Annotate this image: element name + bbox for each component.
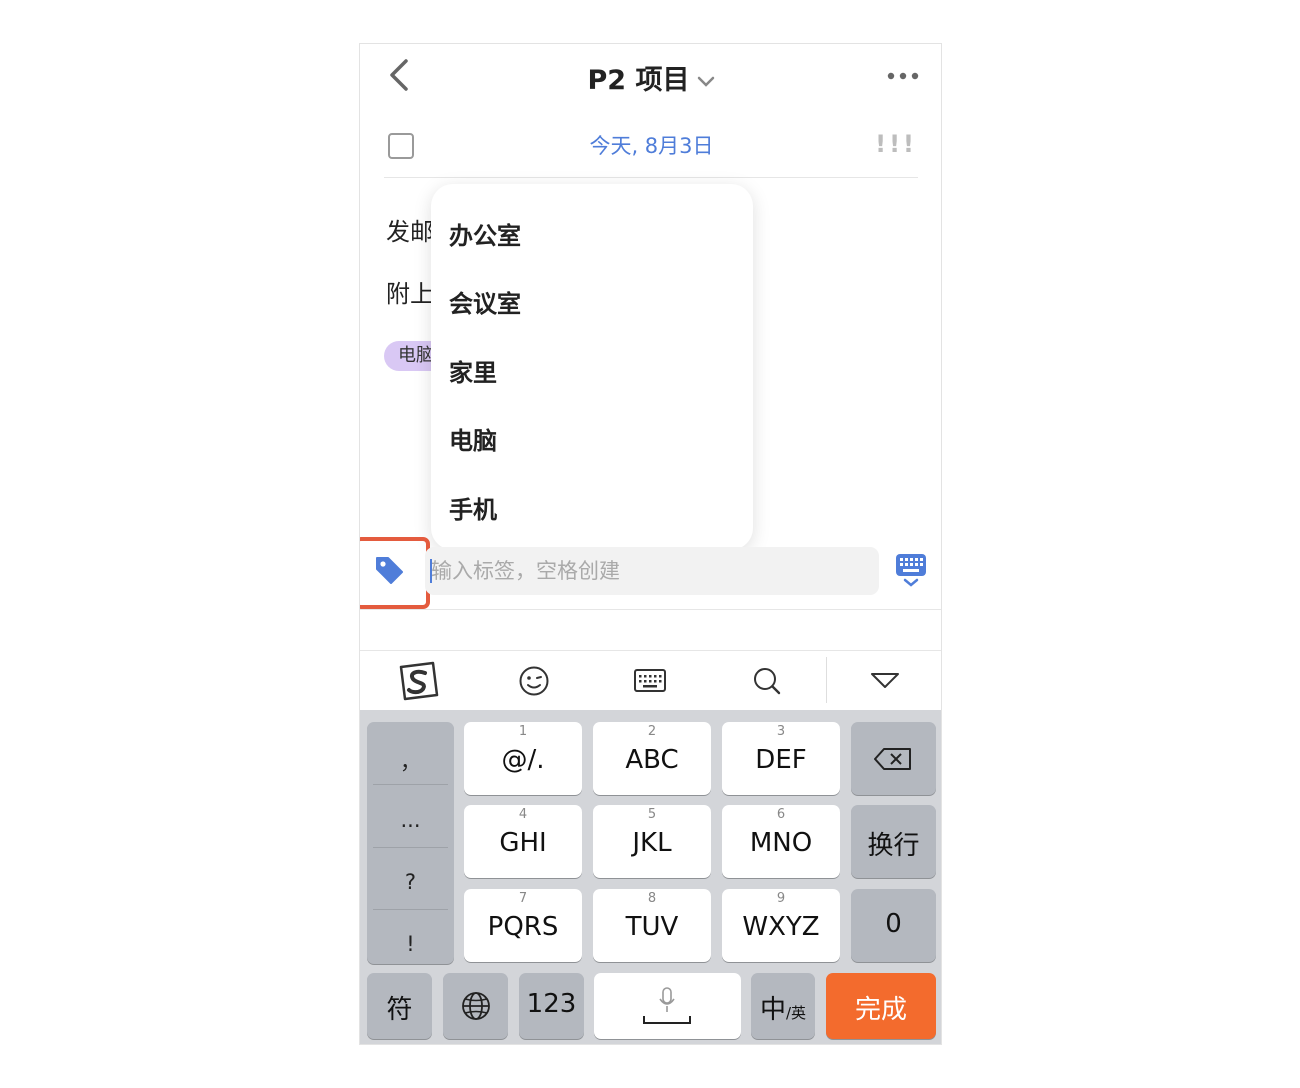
ime-toolbar bbox=[360, 650, 941, 711]
key-8[interactable]: 8 TUV bbox=[593, 889, 711, 962]
key-5[interactable]: 5 JKL bbox=[593, 805, 711, 878]
key-label: @/. bbox=[501, 745, 545, 775]
tag-option-phone[interactable]: 手机 bbox=[449, 490, 497, 525]
due-date[interactable]: 今天, 8月3日 bbox=[360, 130, 941, 160]
symbol-comma-key[interactable]: ， bbox=[367, 746, 454, 776]
key-0[interactable]: 0 bbox=[851, 889, 936, 962]
key-label: GHI bbox=[499, 828, 547, 858]
priority-icon[interactable]: !!! bbox=[875, 130, 917, 158]
microphone-icon bbox=[659, 987, 675, 1012]
space-key[interactable] bbox=[594, 973, 741, 1039]
backspace-icon bbox=[874, 748, 911, 770]
key-number: 4 bbox=[518, 807, 528, 822]
key-label: MNO bbox=[749, 828, 813, 858]
divider bbox=[384, 177, 918, 178]
task-body-line-2[interactable]: 附上 bbox=[386, 274, 434, 309]
backspace-key[interactable] bbox=[851, 722, 936, 795]
key-label: 123 bbox=[526, 989, 577, 1019]
key-label: ABC bbox=[625, 745, 679, 775]
sogou-logo-icon[interactable] bbox=[397, 661, 441, 701]
tag-button[interactable] bbox=[360, 537, 430, 609]
key-number: 3 bbox=[776, 724, 786, 739]
tag-option-meeting-room[interactable]: 会议室 bbox=[449, 284, 521, 319]
app-screen: P2 项目 今天, 8月3日 !!! 发邮 附上 电脑 办公室 会议室 家里 电… bbox=[359, 43, 942, 1045]
tag-input[interactable] bbox=[425, 547, 879, 595]
key-label: DEF bbox=[755, 745, 807, 775]
divider bbox=[373, 909, 448, 910]
globe-key[interactable] bbox=[443, 973, 508, 1039]
key-number: 5 bbox=[647, 807, 657, 822]
key-number: 6 bbox=[776, 807, 786, 822]
key-2[interactable]: 2 ABC bbox=[593, 722, 711, 795]
globe-icon bbox=[462, 992, 490, 1020]
key-4[interactable]: 4 GHI bbox=[464, 805, 582, 878]
key-label: JKL bbox=[632, 828, 672, 858]
key-label: 0 bbox=[885, 909, 902, 939]
lang-main-label: 中 bbox=[759, 995, 786, 1025]
key-label: 完成 bbox=[854, 995, 907, 1025]
language-switch-key[interactable]: 中/英 bbox=[751, 973, 815, 1039]
project-title-text: P2 项目 bbox=[587, 65, 690, 96]
tag-icon bbox=[376, 557, 403, 584]
keyboard-layout-icon[interactable] bbox=[628, 661, 672, 701]
done-key[interactable]: 完成 bbox=[826, 973, 936, 1039]
key-9[interactable]: 9 WXYZ bbox=[722, 889, 840, 962]
key-1[interactable]: 1 @/. bbox=[464, 722, 582, 795]
project-title[interactable]: P2 项目 bbox=[360, 58, 941, 97]
key-label: 中/英 bbox=[751, 989, 815, 1026]
text-cursor bbox=[430, 559, 432, 583]
ime-keyboard: ， ... ? ! 1 @/. 2 ABC 3 DEF 4 GHI 5 JKL … bbox=[360, 710, 941, 1044]
symbol-column: ， ... ? ! bbox=[367, 722, 454, 964]
emoji-icon[interactable] bbox=[512, 661, 556, 701]
tag-suggestion-dropdown: 办公室 会议室 家里 电脑 手机 bbox=[431, 184, 753, 550]
tag-option-office[interactable]: 办公室 bbox=[449, 216, 521, 251]
key-number: 8 bbox=[647, 891, 657, 906]
key-number: 2 bbox=[647, 724, 657, 739]
key-number: 9 bbox=[776, 891, 786, 906]
keyboard-hide-icon[interactable] bbox=[895, 553, 927, 589]
symbol-exclamation-key[interactable]: ! bbox=[367, 932, 454, 956]
key-label: TUV bbox=[625, 912, 679, 942]
more-options-icon[interactable] bbox=[887, 72, 919, 80]
key-number: 7 bbox=[518, 891, 528, 906]
key-label: 换行 bbox=[867, 831, 920, 861]
divider bbox=[373, 784, 448, 785]
symbol-question-key[interactable]: ? bbox=[367, 870, 454, 894]
key-7[interactable]: 7 PQRS bbox=[464, 889, 582, 962]
space-icon bbox=[643, 1016, 691, 1024]
key-number: 1 bbox=[518, 724, 528, 739]
divider bbox=[373, 847, 448, 848]
symbol-ellipsis-key[interactable]: ... bbox=[367, 808, 454, 832]
key-3[interactable]: 3 DEF bbox=[722, 722, 840, 795]
key-label: 符 bbox=[386, 995, 413, 1025]
search-icon[interactable] bbox=[745, 661, 789, 701]
chevron-down-icon bbox=[698, 76, 715, 87]
tag-option-computer[interactable]: 电脑 bbox=[449, 421, 497, 456]
collapse-keyboard-icon[interactable] bbox=[863, 661, 907, 701]
key-6[interactable]: 6 MNO bbox=[722, 805, 840, 878]
newline-key[interactable]: 换行 bbox=[851, 805, 936, 878]
task-body-line-1[interactable]: 发邮 bbox=[386, 212, 434, 247]
divider bbox=[360, 609, 941, 610]
symbols-key[interactable]: 符 bbox=[367, 973, 432, 1039]
key-label: PQRS bbox=[487, 912, 559, 942]
numeric-mode-key[interactable]: 123 bbox=[519, 973, 584, 1039]
toolbar-separator bbox=[826, 657, 827, 703]
tag-option-home[interactable]: 家里 bbox=[449, 353, 497, 388]
key-label: WXYZ bbox=[742, 912, 820, 942]
lang-sub-label: /英 bbox=[785, 1004, 807, 1022]
